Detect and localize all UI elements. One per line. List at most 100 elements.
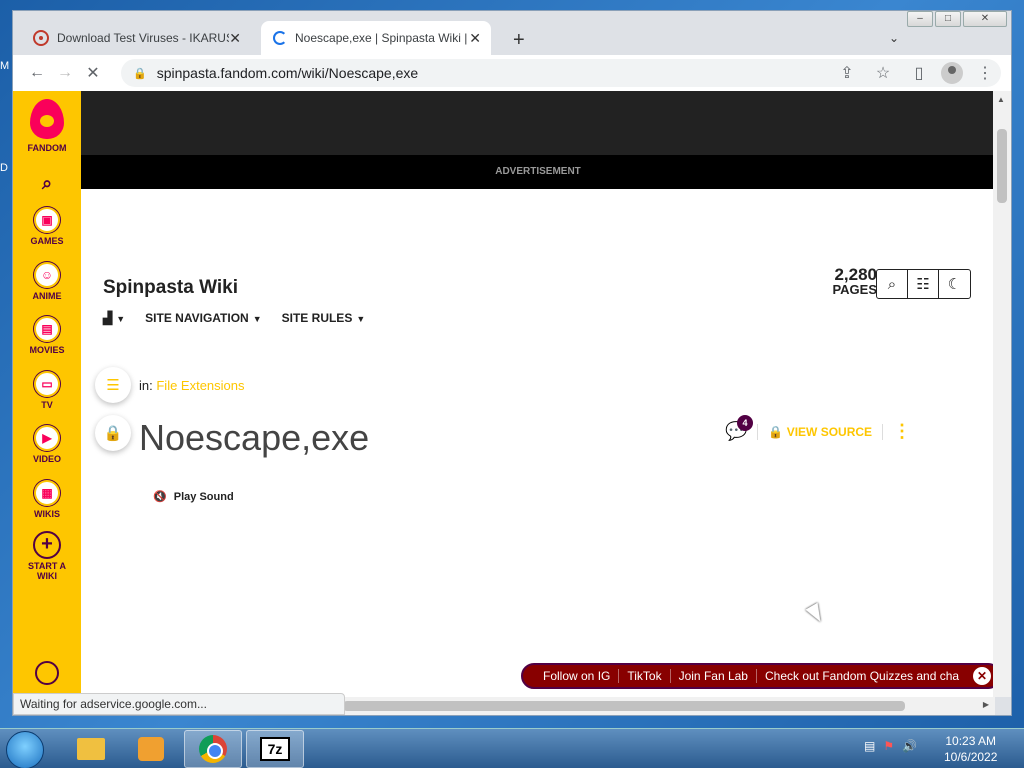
back-arrow-icon[interactable]: ← xyxy=(23,59,51,87)
lock-icon: 🔒 xyxy=(133,67,147,80)
chrome-window: – □ ✕ Download Test Viruses - IKARUS ✕ N… xyxy=(12,10,1012,716)
more-actions-icon[interactable]: ⋮ xyxy=(893,421,911,442)
wiki-title[interactable]: Spinpasta Wiki xyxy=(103,277,238,299)
scroll-up-icon[interactable]: ▲ xyxy=(997,95,1005,104)
status-bubble: Waiting for adservice.google.com... xyxy=(13,693,345,715)
kebab-menu-icon[interactable]: ⋮ xyxy=(971,59,999,87)
forward-arrow-icon[interactable]: → xyxy=(51,59,79,87)
chevron-down-icon: ▼ xyxy=(356,314,366,324)
chevron-down-icon: ▼ xyxy=(252,314,262,324)
follow-ig-link[interactable]: Follow on IG xyxy=(535,669,620,683)
rail-item-movies[interactable]: ▤ MOVIES xyxy=(13,316,81,355)
tab-search-chevron-icon[interactable]: ⌄ xyxy=(889,31,899,45)
rail-label: TV xyxy=(41,400,53,410)
social-promo-bar: Follow on IG TikTok Join Fan Lab Check o… xyxy=(521,663,995,689)
media-player-icon xyxy=(138,737,164,761)
scroll-right-icon[interactable]: ▶ xyxy=(983,700,989,709)
rail-item-games[interactable]: ▣ GAMES xyxy=(13,207,81,246)
toolbar-actions: ⇪ ☆ ▯ ⋮ xyxy=(833,59,999,87)
new-tab-button[interactable]: + xyxy=(513,29,525,52)
fandom-flame-icon xyxy=(30,99,64,139)
ad-slot xyxy=(81,91,995,155)
view-source-button[interactable]: 🔒 VIEW SOURCE xyxy=(768,425,872,439)
speaker-mute-icon: 🔇 xyxy=(153,491,167,503)
lock-icon[interactable]: 🔒 xyxy=(95,415,131,451)
plus-circle-icon: + xyxy=(33,531,61,559)
quizzes-link[interactable]: Check out Fandom Quizzes and cha xyxy=(757,669,967,683)
rail-item-video[interactable]: ▶ VIDEO xyxy=(13,425,81,464)
discussions-icon[interactable]: ☷ xyxy=(908,270,939,298)
tab-ikarus[interactable]: Download Test Viruses - IKARUS ✕ xyxy=(21,21,251,55)
search-icon[interactable]: ⌕ xyxy=(13,173,81,194)
folder-icon xyxy=(77,738,105,760)
chrome-icon xyxy=(199,735,227,763)
user-account-icon[interactable] xyxy=(35,661,59,685)
taskbar-7zip[interactable]: 7z xyxy=(246,730,304,768)
chevron-down-icon: ▼ xyxy=(116,314,126,324)
scrollbar-thumb[interactable] xyxy=(997,129,1007,203)
wikis-book-icon: ▦ xyxy=(34,480,60,506)
tiktok-link[interactable]: TikTok xyxy=(619,669,671,683)
rail-item-start-a-wiki[interactable]: + START A WIKI xyxy=(13,531,81,581)
play-sound-button[interactable]: 🔇 Play Sound xyxy=(153,490,234,503)
stop-loading-icon[interactable]: ✕ xyxy=(79,59,107,87)
pages-count-label: PAGES xyxy=(832,282,877,297)
volume-icon[interactable]: 🔊 xyxy=(902,739,917,753)
close-tab-icon[interactable]: ✕ xyxy=(229,30,241,47)
rail-label: START A WIKI xyxy=(28,561,66,581)
rail-item-wikis[interactable]: ▦ WIKIS xyxy=(13,480,81,519)
fandom-logo[interactable]: FANDOM xyxy=(13,99,81,153)
video-icon: ▶ xyxy=(34,425,60,451)
taskbar-media-player[interactable] xyxy=(122,730,180,768)
anime-icon: ☺ xyxy=(34,262,60,288)
category-line: in: File Extensions xyxy=(139,378,245,393)
comments-button[interactable]: 💬 4 xyxy=(725,415,753,442)
taskbar-file-explorer[interactable] xyxy=(62,730,120,768)
scrollbar-thumb[interactable] xyxy=(343,701,905,711)
pages-counter: 2,280 PAGES xyxy=(819,266,877,297)
loading-spinner-icon xyxy=(273,31,287,45)
rail-label: MOVIES xyxy=(29,345,65,355)
tab-spinpasta[interactable]: Noescape,exe | Spinpasta Wiki | F ✕ xyxy=(261,21,491,55)
fandom-logo-label: FANDOM xyxy=(27,143,67,153)
bookmark-star-icon[interactable]: ☆ xyxy=(869,59,897,87)
taskbar-chrome[interactable] xyxy=(184,730,242,768)
fan-lab-link[interactable]: Join Fan Lab xyxy=(671,669,757,683)
clock[interactable]: 10:23 AM 10/6/2022 xyxy=(944,733,997,765)
side-panel-icon[interactable]: ▯ xyxy=(905,59,933,87)
rail-item-anime[interactable]: ☺ ANIME xyxy=(13,262,81,301)
clock-date: 10/6/2022 xyxy=(944,750,998,764)
wiki-home-menu[interactable]: ▟ ▼ xyxy=(103,311,125,325)
start-button[interactable] xyxy=(6,731,44,768)
view-source-label: VIEW SOURCE xyxy=(786,424,873,439)
taskbar: 7z ▤ ⚑ 🔊 10:23 AM 10/6/2022 xyxy=(0,728,1024,768)
share-icon[interactable]: ⇪ xyxy=(833,59,861,87)
wiki-navigation: ▟ ▼ SITE NAVIGATION ▼ SITE RULES ▼ xyxy=(103,311,365,325)
network-icon[interactable]: ▤ xyxy=(864,739,875,753)
dark-mode-moon-icon[interactable]: ☾ xyxy=(939,270,970,298)
table-of-contents-icon[interactable]: ☰ xyxy=(95,367,131,403)
tv-icon: ▭ xyxy=(34,371,60,397)
system-tray: ▤ ⚑ 🔊 xyxy=(864,739,917,753)
nav-site-navigation[interactable]: SITE NAVIGATION ▼ xyxy=(145,311,261,325)
wiki-tools: ⌕ ☷ ☾ xyxy=(876,269,971,299)
play-sound-label: Play Sound xyxy=(173,491,234,503)
profile-avatar-icon[interactable] xyxy=(941,62,963,84)
clock-time: 10:23 AM xyxy=(945,734,997,748)
tab-bar: Download Test Viruses - IKARUS ✕ Noescap… xyxy=(13,21,1011,55)
page-actions: 💬 4 🔒 VIEW SOURCE ⋮ xyxy=(725,415,911,442)
advertisement-label: ADVERTISEMENT xyxy=(81,155,995,189)
close-tab-icon[interactable]: ✕ xyxy=(469,30,481,47)
rail-label: VIDEO xyxy=(32,454,61,464)
url-text: spinpasta.fandom.com/wiki/Noescape,exe xyxy=(156,65,419,81)
category-link[interactable]: File Extensions xyxy=(156,378,244,393)
vertical-scrollbar[interactable]: ▲ xyxy=(993,91,1011,697)
rail-label: WIKIS xyxy=(34,509,60,519)
tab-title: Download Test Viruses - IKARUS xyxy=(57,31,230,45)
action-center-flag-icon[interactable]: ⚑ xyxy=(883,739,894,753)
rail-item-tv[interactable]: ▭ TV xyxy=(13,371,81,410)
wiki-search-icon[interactable]: ⌕ xyxy=(877,270,908,298)
nav-label: SITE NAVIGATION xyxy=(145,311,249,325)
nav-site-rules[interactable]: SITE RULES ▼ xyxy=(282,311,366,325)
close-icon[interactable]: ✕ xyxy=(972,667,991,685)
